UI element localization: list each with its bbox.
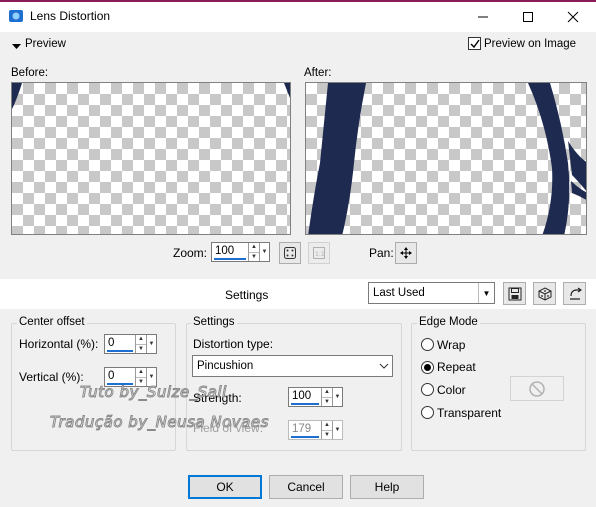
spin-down-icon[interactable]: ▼ [136, 345, 146, 354]
before-label: Before: [11, 67, 49, 79]
save-icon [508, 287, 521, 300]
radio-wrap[interactable] [421, 338, 434, 354]
field-of-view-field[interactable]: 179 ▲ ▼ ▼ [288, 420, 343, 440]
radio-color[interactable] [421, 383, 434, 399]
horizontal-dropdown-icon[interactable]: ▼ [146, 335, 156, 353]
field-of-view-dropdown-icon[interactable]: ▼ [332, 421, 342, 439]
spin-up-icon[interactable]: ▲ [136, 368, 146, 378]
center-offset-title: Center offset [17, 316, 87, 328]
vertical-label: Vertical (%): [19, 370, 84, 384]
zoom-value[interactable]: 100 [212, 243, 248, 261]
close-icon [567, 11, 579, 23]
after-preview[interactable] [305, 82, 587, 235]
preview-collapse-toggle[interactable] [12, 40, 21, 54]
zoom-label: Zoom: [173, 246, 208, 260]
app-icon [8, 9, 24, 23]
help-button[interactable]: Help [350, 475, 424, 499]
watermark-line-1: Tuto by_Suize_Sali [80, 383, 227, 402]
after-image-shapes [308, 83, 586, 234]
preview-label[interactable]: Preview [25, 38, 66, 50]
zoom-field[interactable]: 100 ▲ ▼ ▼ [211, 242, 270, 262]
distortion-type-value: Pincushion [197, 360, 254, 372]
before-preview[interactable] [11, 82, 291, 235]
zoom-actual-size-button[interactable]: 1:1 [308, 242, 330, 264]
horizontal-spin-arrows[interactable]: ▲ ▼ [135, 335, 146, 353]
pan-button[interactable] [395, 242, 417, 264]
horizontal-value[interactable]: 0 [105, 335, 135, 353]
dice-icon [538, 286, 551, 301]
save-preset-button[interactable] [503, 282, 526, 305]
radio-icon [421, 383, 434, 396]
spin-down-icon[interactable]: ▼ [322, 431, 332, 440]
field-of-view-spin-arrows[interactable]: ▲ ▼ [321, 421, 332, 439]
before-image-shapes [12, 83, 290, 109]
spin-down-icon[interactable]: ▼ [322, 398, 332, 407]
zoom-dropdown-icon[interactable]: ▼ [259, 243, 269, 261]
radio-transparent[interactable] [421, 406, 434, 422]
strength-value[interactable]: 100 [289, 388, 321, 406]
strength-spin-arrows[interactable]: ▲ ▼ [321, 388, 332, 406]
settings-label: Settings [225, 288, 269, 302]
spin-up-icon[interactable]: ▲ [249, 243, 259, 253]
close-button[interactable] [550, 2, 596, 32]
preview-on-image-label[interactable]: Preview on Image [484, 38, 576, 50]
preview-on-image-checkbox[interactable] [468, 37, 481, 52]
preset-select[interactable]: Last Used ▼ [368, 282, 495, 304]
spin-up-icon[interactable]: ▲ [136, 335, 146, 345]
svg-text:1:1: 1:1 [315, 251, 325, 258]
reset-button[interactable] [563, 282, 586, 305]
radio-wrap-label[interactable]: Wrap [437, 338, 465, 352]
radio-repeat-label[interactable]: Repeat [437, 360, 476, 374]
strength-dropdown-icon[interactable]: ▼ [332, 388, 342, 406]
move-arrows-icon [400, 247, 412, 259]
field-of-view-value[interactable]: 179 [289, 421, 321, 439]
chevron-down-icon[interactable]: ▼ [478, 283, 494, 303]
horizontal-label: Horizontal (%): [19, 337, 99, 351]
after-label: After: [304, 67, 332, 79]
radio-icon [421, 406, 434, 419]
maximize-button[interactable] [505, 2, 551, 32]
window-title: Lens Distortion [30, 9, 111, 23]
pan-label: Pan: [369, 246, 394, 260]
randomize-button[interactable] [533, 282, 556, 305]
preset-value: Last Used [373, 287, 425, 299]
watermark-line-2: Tradução by_Neusa Novaes [50, 413, 269, 432]
zoom-spin-arrows[interactable]: ▲ ▼ [248, 243, 259, 261]
ok-button[interactable]: OK [188, 475, 262, 499]
check-icon [468, 37, 481, 50]
strength-field[interactable]: 100 ▲ ▼ ▼ [288, 387, 343, 407]
horizontal-field[interactable]: 0 ▲ ▼ ▼ [104, 334, 157, 354]
spin-down-icon[interactable]: ▼ [249, 253, 259, 262]
radio-icon [421, 338, 434, 351]
chevron-down-icon[interactable] [376, 356, 392, 376]
cancel-button[interactable]: Cancel [269, 475, 343, 499]
distortion-type-select[interactable]: Pincushion [192, 355, 393, 377]
edge-mode-title: Edge Mode [417, 316, 480, 328]
minimize-button[interactable] [460, 2, 506, 32]
zoom-fit-button[interactable] [279, 242, 301, 264]
spin-up-icon[interactable]: ▲ [322, 388, 332, 398]
no-color-icon [529, 380, 545, 397]
radio-selected-icon [421, 361, 434, 374]
settings-group-title: Settings [191, 316, 237, 328]
color-swatch[interactable] [510, 376, 564, 401]
reset-icon [569, 287, 582, 300]
radio-transparent-label[interactable]: Transparent [437, 406, 501, 420]
maximize-icon [523, 12, 533, 22]
radio-color-label[interactable]: Color [437, 383, 466, 397]
triangle-down-icon [12, 44, 21, 49]
distortion-type-label: Distortion type: [193, 337, 274, 351]
spin-up-icon[interactable]: ▲ [322, 421, 332, 431]
radio-repeat[interactable] [421, 360, 434, 374]
actual-size-icon: 1:1 [313, 247, 325, 259]
minimize-icon [478, 16, 488, 18]
zoom-fit-icon [284, 247, 296, 259]
